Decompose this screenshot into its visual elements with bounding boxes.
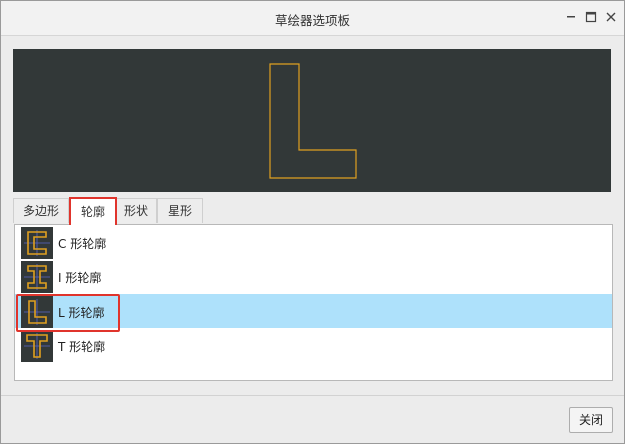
tab-star[interactable]: 星形 xyxy=(157,198,203,223)
l-profile-icon xyxy=(21,296,53,328)
list-item-i-profile[interactable]: I 形轮廓 xyxy=(15,259,612,293)
tab-profile[interactable]: 轮廓 xyxy=(69,197,117,225)
close-button[interactable]: 关闭 xyxy=(569,407,613,433)
minimize-icon[interactable] xyxy=(563,9,579,25)
footer-divider xyxy=(1,395,624,396)
list-item-label: T 形轮廓 xyxy=(58,340,106,354)
list-item-l-profile[interactable]: L 形轮廓 xyxy=(15,294,612,328)
window-title: 草绘器选项板 xyxy=(274,13,350,28)
palette-window: 草绘器选项板 多边形 轮廓 形状 星形 C 形轮廓 I 形轮廓 L 形轮廓 T … xyxy=(0,0,625,444)
maximize-icon[interactable] xyxy=(583,9,599,25)
c-profile-icon xyxy=(21,227,53,259)
list-item-label: I 形轮廓 xyxy=(58,271,102,285)
list-item-c-profile[interactable]: C 形轮廓 xyxy=(15,225,612,259)
l-shape-preview-icon xyxy=(269,63,357,179)
i-profile-icon xyxy=(21,261,53,293)
list-item-label: C 形轮廓 xyxy=(58,237,107,251)
profile-list: C 形轮廓 I 形轮廓 L 形轮廓 T 形轮廓 xyxy=(14,224,613,381)
list-item-label: L 形轮廓 xyxy=(58,306,105,320)
t-profile-icon xyxy=(21,330,53,362)
title-bar: 草绘器选项板 xyxy=(1,1,624,36)
shape-preview xyxy=(13,49,611,192)
close-icon[interactable] xyxy=(603,9,619,25)
tab-polygon[interactable]: 多边形 xyxy=(13,198,69,223)
list-item-t-profile[interactable]: T 形轮廓 xyxy=(15,328,612,362)
tab-shape[interactable]: 形状 xyxy=(115,198,157,223)
